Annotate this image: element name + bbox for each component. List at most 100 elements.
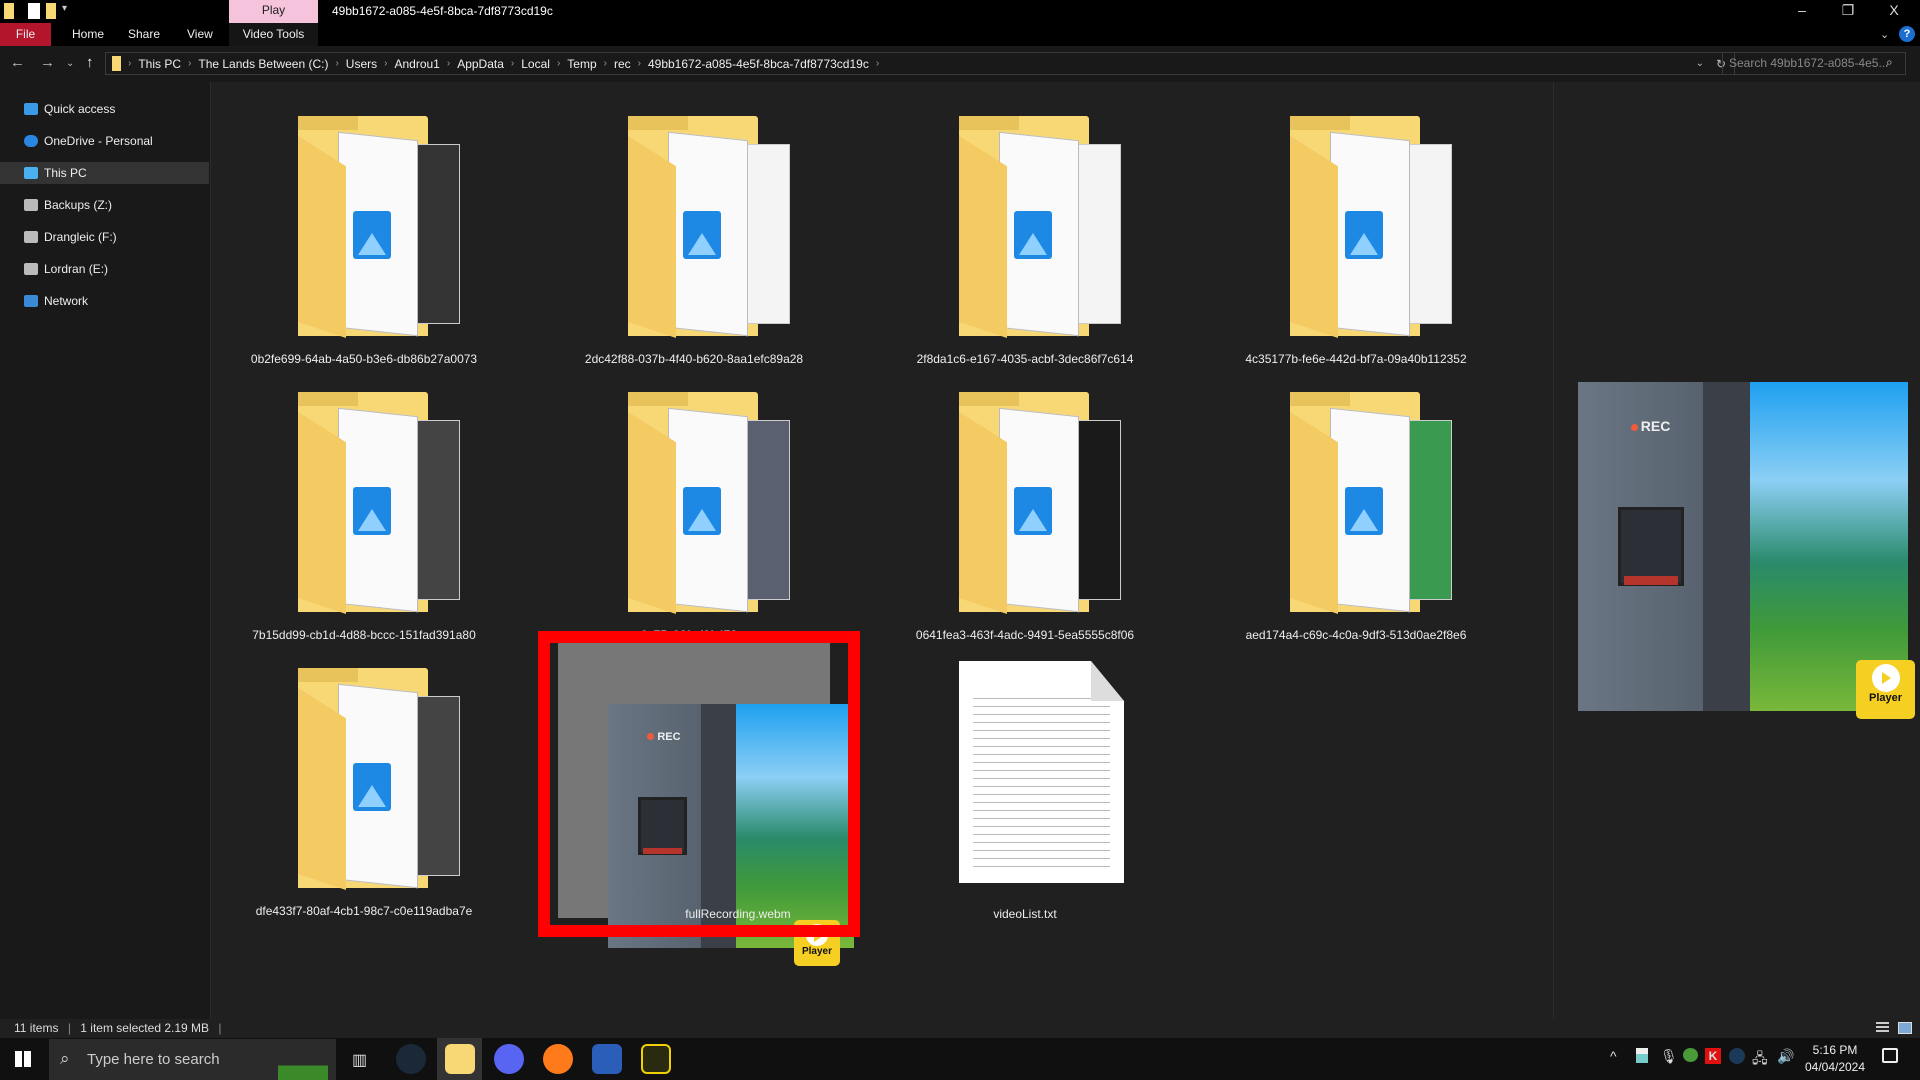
sidebar-item-label: Quick access: [44, 102, 116, 116]
eye-app-icon[interactable]: [641, 1044, 671, 1074]
image-icon: [1014, 487, 1052, 535]
details-view-icon[interactable]: [1876, 1022, 1889, 1034]
new-folder-icon[interactable]: [46, 3, 56, 19]
network-tool-icon[interactable]: [1683, 1048, 1698, 1062]
restore-button[interactable]: ❐: [1828, 2, 1868, 19]
breadcrumb-separator-icon[interactable]: ›: [873, 58, 882, 69]
close-button[interactable]: X: [1874, 2, 1914, 18]
task-view-icon[interactable]: ▥: [352, 1050, 367, 1070]
sidebar-item[interactable]: Lordran (E:): [0, 258, 209, 280]
image-icon: [353, 211, 391, 259]
minimize-button[interactable]: –: [1782, 2, 1822, 18]
breadcrumb-separator-icon[interactable]: ›: [444, 58, 453, 69]
back-icon[interactable]: ←: [10, 54, 25, 71]
drive-icon: [24, 263, 38, 275]
customize-qat-icon[interactable]: ▾: [62, 3, 67, 14]
breadcrumb-separator-icon[interactable]: ›: [125, 58, 134, 69]
breadcrumb-separator-icon[interactable]: ›: [554, 58, 563, 69]
large-icons-view-icon[interactable]: [1898, 1022, 1912, 1034]
show-hidden-icons[interactable]: ^: [1610, 1048, 1617, 1064]
image-icon: [353, 763, 391, 811]
folder-item[interactable]: 7b15dd99-cb1d-4d88-bccc-151fad391a80: [214, 392, 514, 662]
breadcrumb-item[interactable]: This PC: [134, 57, 185, 71]
forward-icon[interactable]: →: [40, 54, 55, 71]
recent-locations-icon[interactable]: ⌄: [66, 58, 74, 69]
text-file-item[interactable]: videoList.txt: [875, 661, 1175, 938]
breadcrumb-item[interactable]: Androu1: [390, 57, 443, 71]
folder-item[interactable]: 4c35177b-fe6e-442d-bf7a-09a40b112352: [1206, 116, 1506, 386]
sidebar-item[interactable]: This PC: [0, 162, 209, 184]
breadcrumb-separator-icon[interactable]: ›: [332, 58, 341, 69]
sidebar-item[interactable]: Network: [0, 290, 209, 312]
star-icon: [24, 103, 38, 115]
steam-icon[interactable]: [396, 1044, 426, 1074]
folder-item[interactable]: 0b2fe699-64ab-4a50-b3e6-db86b27a0073: [214, 116, 514, 386]
steam-tray-icon[interactable]: [1729, 1048, 1745, 1064]
sidebar-item-label: Backups (Z:): [44, 198, 113, 212]
breadcrumb-item[interactable]: rec: [610, 57, 635, 71]
file-explorer-icon[interactable]: [445, 1044, 475, 1074]
folder-icon: [959, 392, 1124, 614]
tab-home[interactable]: Home: [58, 23, 118, 46]
word-icon[interactable]: [592, 1044, 622, 1074]
file-name: 7b15dd99-cb1d-4d88-bccc-151fad391a80: [252, 628, 476, 642]
breadcrumb-separator-icon[interactable]: ›: [635, 58, 644, 69]
folder-item[interactable]: 2dc42f88-037b-4f40-b620-8aa1efc89a28: [544, 116, 844, 386]
expand-ribbon-icon[interactable]: ⌄: [1880, 28, 1889, 41]
sidebar-item[interactable]: Quick access: [0, 98, 209, 120]
battery-meter-icon[interactable]: [1636, 1048, 1648, 1063]
player-badge[interactable]: Player: [1856, 660, 1915, 719]
breadcrumb-item[interactable]: Temp: [563, 57, 600, 71]
folder-icon: [959, 116, 1124, 338]
drive-icon: [24, 199, 38, 211]
microphone-icon[interactable]: 🎙: [1660, 1048, 1678, 1065]
window-title: 49bb1672-a085-4e5f-8bca-7df8773cd19c: [332, 4, 553, 18]
image-icon: [1345, 211, 1383, 259]
notifications-icon[interactable]: [1882, 1048, 1898, 1063]
folder-item[interactable]: aed174a4-c69c-4c0a-9df3-513d0ae2f8e6: [1206, 392, 1506, 662]
sidebar-item[interactable]: OneDrive - Personal: [0, 130, 209, 152]
file-name: dfe433f7-80af-4cb1-98c7-c0e119adba7e: [255, 904, 473, 918]
search-input[interactable]: Search 49bb1672-a085-4e5...: [1722, 52, 1906, 75]
help-icon[interactable]: ?: [1899, 26, 1915, 42]
breadcrumb-item[interactable]: Users: [342, 57, 381, 71]
properties-icon[interactable]: [28, 3, 40, 19]
tab-file[interactable]: File: [0, 23, 51, 46]
breadcrumb-separator-icon[interactable]: ›: [508, 58, 517, 69]
clock[interactable]: 5:16 PM 04/04/2024: [1790, 1042, 1880, 1076]
discord-icon[interactable]: [494, 1044, 524, 1074]
image-icon: [1345, 487, 1383, 535]
breadcrumb-item[interactable]: AppData: [453, 57, 508, 71]
breadcrumb-separator-icon[interactable]: ›: [381, 58, 390, 69]
sidebar-item[interactable]: Drangleic (F:): [0, 226, 209, 248]
breadcrumb-separator-icon[interactable]: ›: [185, 58, 194, 69]
k-app-icon[interactable]: K: [1705, 1048, 1721, 1064]
file-name: 2dc42f88-037b-4f40-b620-8aa1efc89a28: [584, 352, 804, 366]
address-dropdown-icon[interactable]: ⌄: [1696, 58, 1704, 69]
address-bar[interactable]: › This PC › The Lands Between (C:) › Users › An…: [105, 52, 1735, 75]
windows-start-icon[interactable]: [15, 1051, 31, 1067]
tab-view[interactable]: View: [173, 23, 227, 46]
breadcrumb-separator-icon[interactable]: ›: [601, 58, 610, 69]
tab-share[interactable]: Share: [114, 23, 174, 46]
play-context-tab[interactable]: Play: [229, 0, 318, 23]
network-status-icon[interactable]: 🖧: [1752, 1048, 1768, 1072]
search-icon: ⌕: [60, 1049, 70, 1068]
sidebar-item[interactable]: Backups (Z:): [0, 194, 209, 216]
breadcrumb-item[interactable]: 49bb1672-a085-4e5f-8bca-7df8773cd19c: [644, 57, 873, 71]
item-count: 11 items: [14, 1021, 59, 1035]
folder-icon: [628, 392, 793, 614]
breadcrumb-item[interactable]: Local: [517, 57, 554, 71]
breadcrumb-item[interactable]: The Lands Between (C:): [194, 57, 332, 71]
drive-icon: [24, 231, 38, 243]
search-icon: ⌕: [1886, 55, 1893, 69]
tab-video-tools[interactable]: Video Tools: [229, 23, 318, 46]
folder-item[interactable]: 0c75c06f-cf6f-472...: [544, 392, 844, 662]
folder-item[interactable]: 0641fea3-463f-4adc-9491-5ea5555c8f06: [875, 392, 1175, 662]
up-icon[interactable]: ↑: [86, 54, 94, 71]
file-name: 0641fea3-463f-4adc-9491-5ea5555c8f06: [915, 628, 1135, 642]
folder-item[interactable]: 2f8da1c6-e167-4035-acbf-3dec86f7c614: [875, 116, 1175, 386]
folder-item[interactable]: dfe433f7-80af-4cb1-98c7-c0e119adba7e: [214, 668, 514, 938]
navigation-pane: [0, 82, 211, 1019]
firefox-icon[interactable]: [543, 1044, 573, 1074]
